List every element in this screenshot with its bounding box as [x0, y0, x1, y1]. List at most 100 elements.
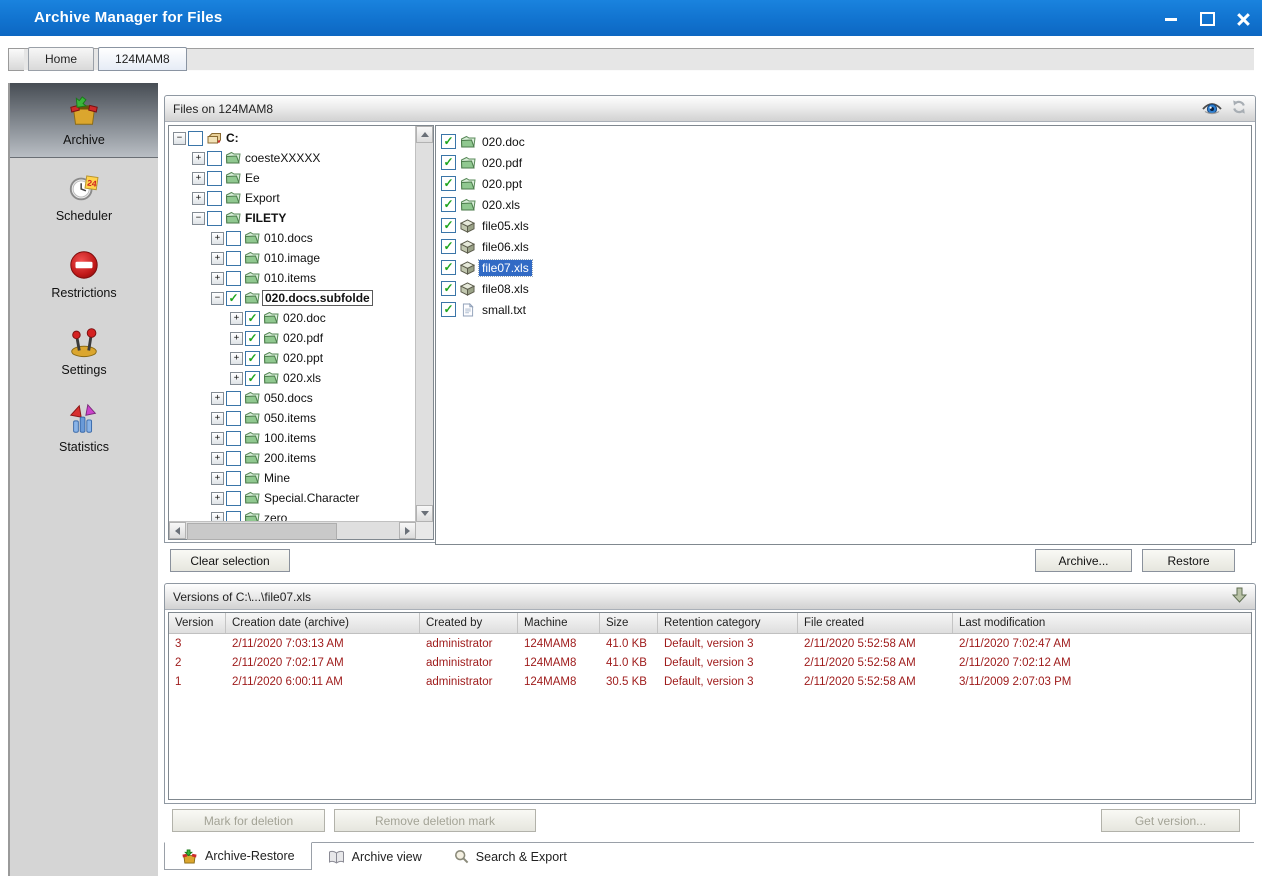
- file-item-file07-xls[interactable]: ✓ file07.xls: [441, 257, 1251, 278]
- bottom-tab-archive-view[interactable]: Archive view: [312, 843, 438, 870]
- scroll-up-button[interactable]: [416, 126, 433, 143]
- checkbox[interactable]: ✓: [441, 176, 456, 191]
- expand-icon[interactable]: +: [192, 191, 205, 205]
- checkbox[interactable]: [226, 490, 241, 506]
- expand-icon[interactable]: +: [211, 271, 224, 285]
- file-item-file05-xls[interactable]: ✓ file05.xls: [441, 215, 1251, 236]
- tree-item-010-items[interactable]: +010.items: [169, 268, 416, 288]
- refresh-icon[interactable]: [1231, 99, 1247, 118]
- scroll-left-button[interactable]: [169, 522, 186, 539]
- checkbox[interactable]: ✓: [441, 218, 456, 233]
- checkbox[interactable]: [226, 470, 241, 486]
- checkbox[interactable]: ✓: [441, 155, 456, 170]
- tree-item-020-xls[interactable]: + ✓ 020.xls: [169, 368, 416, 388]
- tree-item-050-items[interactable]: +050.items: [169, 408, 416, 428]
- expand-icon[interactable]: +: [211, 411, 224, 425]
- tree-item-020-pdf[interactable]: + ✓ 020.pdf: [169, 328, 416, 348]
- collapse-icon[interactable]: −: [192, 211, 205, 225]
- checkbox[interactable]: [207, 190, 222, 206]
- checkbox[interactable]: [226, 450, 241, 466]
- get-version-button[interactable]: Get version...: [1101, 809, 1240, 832]
- column-header-creation-date-archive[interactable]: Creation date (archive): [226, 613, 420, 633]
- restore-button[interactable]: Restore: [1142, 549, 1235, 572]
- file-item-020-pdf[interactable]: ✓ 020.pdf: [441, 152, 1251, 173]
- tree-item-010-image[interactable]: +010.image: [169, 248, 416, 268]
- checkbox[interactable]: ✓: [226, 290, 241, 306]
- column-header-retention-category[interactable]: Retention category: [658, 613, 798, 633]
- tab-124mam8[interactable]: 124MAM8: [98, 47, 187, 71]
- file-item-small-txt[interactable]: ✓ small.txt: [441, 299, 1251, 320]
- scroll-down-button[interactable]: [416, 505, 433, 522]
- checkbox[interactable]: [226, 410, 241, 426]
- expand-icon[interactable]: +: [211, 251, 224, 265]
- checkbox[interactable]: [226, 250, 241, 266]
- checkbox[interactable]: ✓: [245, 330, 260, 346]
- sidebar-item-settings[interactable]: Settings: [10, 312, 158, 389]
- column-header-created-by[interactable]: Created by: [420, 613, 518, 633]
- expand-icon[interactable]: +: [211, 451, 224, 465]
- expand-icon[interactable]: +: [211, 491, 224, 505]
- checkbox[interactable]: ✓: [245, 350, 260, 366]
- tree-item-020-doc[interactable]: + ✓ 020.doc: [169, 308, 416, 328]
- tree-item-coestexxxxx[interactable]: + coesteXXXXX: [169, 148, 416, 168]
- column-header-machine[interactable]: Machine: [518, 613, 600, 633]
- checkbox[interactable]: [207, 170, 222, 186]
- expand-icon[interactable]: +: [230, 351, 243, 365]
- tree-item-export[interactable]: + Export: [169, 188, 416, 208]
- checkbox[interactable]: ✓: [441, 197, 456, 212]
- expand-icon[interactable]: +: [192, 151, 205, 165]
- expand-icon[interactable]: +: [192, 171, 205, 185]
- checkbox[interactable]: [226, 270, 241, 286]
- tree-item-050-docs[interactable]: +050.docs: [169, 388, 416, 408]
- file-item-020-doc[interactable]: ✓ 020.doc: [441, 131, 1251, 152]
- expand-icon[interactable]: +: [230, 371, 243, 385]
- tree-item-100-items[interactable]: +100.items: [169, 428, 416, 448]
- file-item-020-xls[interactable]: ✓ 020.xls: [441, 194, 1251, 215]
- expand-icon[interactable]: +: [211, 391, 224, 405]
- bottom-tab-archive-restore[interactable]: Archive-Restore: [164, 842, 312, 870]
- checkbox[interactable]: [226, 230, 241, 246]
- maximize-button[interactable]: [1196, 10, 1218, 28]
- column-header-last-modification[interactable]: Last modification: [953, 613, 1251, 633]
- tree-item-zero[interactable]: + zero: [169, 508, 416, 522]
- tree-horizontal-scrollbar[interactable]: [169, 521, 416, 540]
- eye-icon[interactable]: [1201, 100, 1223, 118]
- down-arrow-icon[interactable]: [1231, 587, 1248, 606]
- close-button[interactable]: [1232, 10, 1254, 28]
- tree-item-020-ppt[interactable]: + ✓ 020.ppt: [169, 348, 416, 368]
- checkbox[interactable]: ✓: [441, 302, 456, 317]
- expand-icon[interactable]: +: [230, 331, 243, 345]
- tab-home[interactable]: Home: [28, 47, 95, 71]
- tree-item-020-docs-subfolde[interactable]: − ✓ 020.docs.subfolde: [169, 288, 416, 308]
- checkbox[interactable]: [188, 130, 203, 146]
- tree-item-c[interactable]: − C:: [169, 128, 416, 148]
- bottom-tab-search-export[interactable]: Search & Export: [438, 843, 583, 870]
- expand-icon[interactable]: +: [211, 471, 224, 485]
- expand-icon[interactable]: +: [230, 311, 243, 325]
- checkbox[interactable]: ✓: [441, 260, 456, 275]
- sidebar-item-scheduler[interactable]: 24 Scheduler: [10, 158, 158, 235]
- minimize-button[interactable]: [1160, 10, 1182, 28]
- tree-item-special-character[interactable]: + Special.Character: [169, 488, 416, 508]
- archive-button[interactable]: Archive...: [1035, 549, 1132, 572]
- expand-icon[interactable]: +: [211, 231, 224, 245]
- checkbox[interactable]: ✓: [441, 134, 456, 149]
- tree-vertical-scrollbar[interactable]: [415, 126, 433, 522]
- checkbox[interactable]: ✓: [245, 370, 260, 386]
- remove-deletion-mark-button[interactable]: Remove deletion mark: [334, 809, 536, 832]
- column-header-size[interactable]: Size: [600, 613, 658, 633]
- scroll-thumb[interactable]: [187, 523, 337, 540]
- expand-icon[interactable]: +: [211, 431, 224, 445]
- sidebar-item-archive[interactable]: Archive: [10, 83, 158, 158]
- tree-item-filety[interactable]: − FILETY: [169, 208, 416, 228]
- tree-item-010-docs[interactable]: +010.docs: [169, 228, 416, 248]
- file-item-file06-xls[interactable]: ✓ file06.xls: [441, 236, 1251, 257]
- sidebar-item-statistics[interactable]: Statistics: [10, 389, 158, 466]
- mark-for-deletion-button[interactable]: Mark for deletion: [172, 809, 325, 832]
- version-row-3[interactable]: 3 2/11/2020 7:03:13 AM administrator 124MAM…: [169, 634, 1251, 653]
- tree-item-ee[interactable]: + Ee: [169, 168, 416, 188]
- checkbox[interactable]: [226, 430, 241, 446]
- checkbox[interactable]: ✓: [441, 281, 456, 296]
- collapse-icon[interactable]: −: [211, 291, 224, 305]
- checkbox[interactable]: [226, 390, 241, 406]
